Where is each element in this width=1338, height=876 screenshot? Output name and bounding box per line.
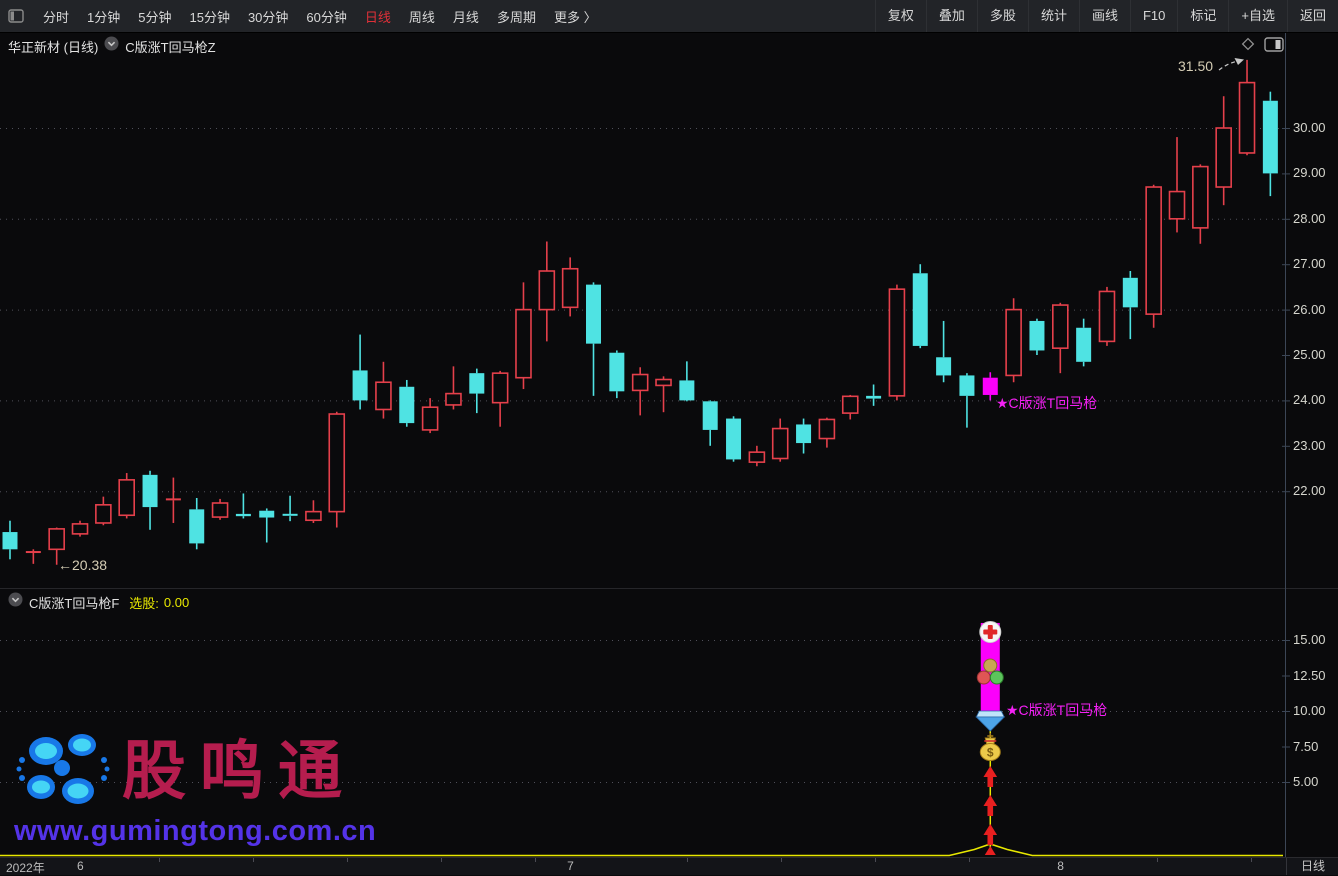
period-tab-0[interactable]: 分时 (34, 7, 78, 26)
low-price-annotation: ←20.38 (58, 557, 107, 573)
main-y-tick: 24.00 (1293, 392, 1337, 407)
period-tab-8[interactable]: 月线 (444, 7, 488, 26)
period-tab-6[interactable]: 日线 (356, 7, 400, 26)
axis-minor-tick (687, 858, 688, 862)
axis-month-label: 8 (1057, 859, 1064, 873)
main-signal-label: ★C版涨T回马枪 (996, 393, 1097, 413)
tool-buttons: 复权叠加多股统计画线F10标记+自选返回 (875, 0, 1338, 32)
chevron-down-circle-icon[interactable] (8, 592, 23, 612)
chart-corner-buttons (1240, 36, 1284, 57)
tool-button-4[interactable]: 画线 (1079, 0, 1130, 32)
sub-y-tick: 10.00 (1293, 703, 1337, 718)
stock-pick-value: 0.00 (164, 595, 189, 610)
period-tab-10[interactable]: 更多 〉 (545, 7, 606, 26)
main-y-tick: 23.00 (1293, 438, 1337, 453)
axis-minor-tick (253, 858, 254, 862)
axis-year-label: 2022年 (6, 859, 45, 876)
axis-period-selector[interactable]: 日线 (1286, 858, 1338, 875)
period-tab-5[interactable]: 60分钟 (297, 7, 355, 26)
high-price-annotation: 31.50 (1178, 58, 1213, 74)
main-y-tick: 30.00 (1293, 120, 1337, 135)
axis-period-label: 日线 (1287, 858, 1338, 874)
main-y-tick: 26.00 (1293, 302, 1337, 317)
tool-button-3[interactable]: 统计 (1028, 0, 1079, 32)
main-indicator-name: C版涨T回马枪Z (125, 37, 215, 56)
period-tabs: 分时1分钟5分钟15分钟30分钟60分钟日线周线月线多周期更多 〉 (34, 7, 606, 26)
axis-minor-tick (1157, 858, 1158, 862)
main-y-tick: 22.00 (1293, 483, 1337, 498)
tool-button-8[interactable]: 返回 (1287, 0, 1338, 32)
tool-button-7[interactable]: +自选 (1228, 0, 1287, 32)
tool-button-1[interactable]: 叠加 (926, 0, 977, 32)
axis-month-label: 7 (567, 859, 574, 873)
split-pane-icon[interactable] (1264, 37, 1284, 57)
top-toolbar: 分时1分钟5分钟15分钟30分钟60分钟日线周线月线多周期更多 〉 复权叠加多股… (0, 0, 1338, 33)
tool-button-5[interactable]: F10 (1130, 0, 1177, 32)
tool-button-6[interactable]: 标记 (1177, 0, 1228, 32)
tool-button-2[interactable]: 多股 (977, 0, 1028, 32)
period-tab-7[interactable]: 周线 (400, 7, 444, 26)
axis-month-label: 6 (77, 859, 84, 873)
sub-indicator-name: C版涨T回马枪F (29, 593, 119, 612)
sub-y-tick: 15.00 (1293, 632, 1337, 647)
axis-minor-tick (347, 858, 348, 862)
axis-minor-tick (535, 858, 536, 862)
main-chart-header: 华正新材 (日线) C版涨T回马枪Z (8, 36, 216, 56)
watermark-brand-text: 股鸣通 (122, 740, 356, 804)
sub-signal-label: ★C版涨T回马枪 (1006, 700, 1107, 720)
sub-y-tick: 7.50 (1293, 739, 1337, 754)
period-tab-2[interactable]: 5分钟 (129, 7, 180, 26)
axis-minor-tick (441, 858, 442, 862)
main-y-tick: 25.00 (1293, 347, 1337, 362)
tool-button-0[interactable]: 复权 (875, 0, 926, 32)
period-tab-1[interactable]: 1分钟 (78, 7, 129, 26)
axis-minor-tick (969, 858, 970, 862)
period-tab-9[interactable]: 多周期 (488, 7, 545, 26)
axis-minor-tick (875, 858, 876, 862)
svg-text:$: $ (987, 746, 994, 760)
period-tab-3[interactable]: 15分钟 (180, 7, 238, 26)
main-y-tick: 28.00 (1293, 211, 1337, 226)
watermark-logo-icon (14, 730, 114, 813)
axis-minor-tick (159, 858, 160, 862)
chevron-down-circle-icon[interactable] (104, 36, 119, 56)
diamond-icon[interactable] (1240, 36, 1256, 57)
axis-minor-tick (781, 858, 782, 862)
period-tab-4[interactable]: 30分钟 (239, 7, 297, 26)
stock-title: 华正新材 (日线) (8, 37, 98, 56)
watermark-url: www.gumingtong.com.cn (14, 815, 484, 848)
watermark: 股鸣通 www.gumingtong.com.cn (14, 730, 484, 848)
sub-y-tick: 5.00 (1293, 774, 1337, 789)
trading-app-window: { "toolbar": { "periods": [ {"label":"分时… (0, 0, 1338, 874)
sub-y-tick: 12.50 (1293, 668, 1337, 683)
main-y-tick: 29.00 (1293, 165, 1337, 180)
time-axis: 2022年 6 7 8 日线 (0, 857, 1338, 875)
main-y-tick: 27.00 (1293, 256, 1337, 271)
stock-pick-label: 选股: (129, 593, 159, 612)
sub-panel-header: C版涨T回马枪F 选股: 0.00 (8, 592, 189, 612)
panel-toggle-icon[interactable] (8, 9, 24, 23)
axis-minor-tick (1251, 858, 1252, 862)
